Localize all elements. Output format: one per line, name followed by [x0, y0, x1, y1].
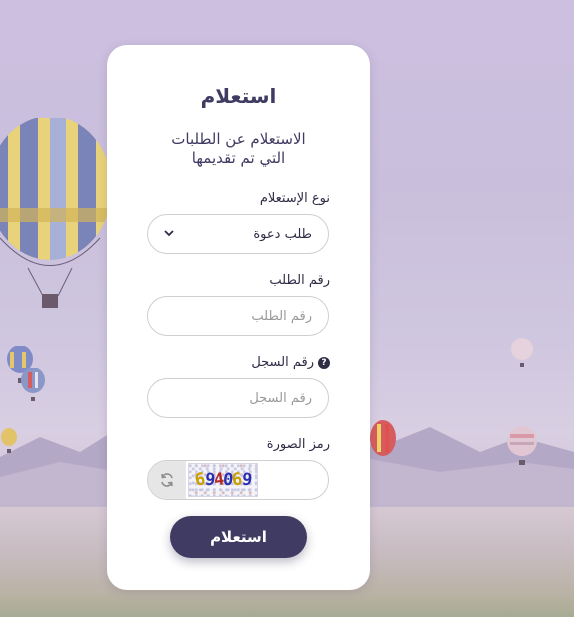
record-number-label-text: رقم السجل: [251, 355, 314, 370]
request-number-input[interactable]: [147, 296, 329, 336]
page-subtitle: الاستعلام عن الطلبات التي تم تقديمها: [107, 130, 370, 168]
hot-air-balloon-small-2: [21, 368, 45, 401]
captcha-image: 694069: [188, 463, 258, 497]
captcha-group: 694069: [147, 460, 329, 500]
record-number-label: ? رقم السجل: [251, 355, 330, 370]
page-title: استعلام: [200, 84, 277, 108]
record-number-input[interactable]: [147, 378, 329, 418]
inquiry-type-selected-value: طلب دعوة: [253, 226, 312, 242]
inquiry-type-label: نوع الإستعلام: [259, 191, 330, 206]
captcha-label: رمز الصورة: [266, 437, 330, 452]
hot-air-balloon-large: [0, 118, 112, 308]
refresh-icon[interactable]: [148, 461, 186, 499]
chevron-down-icon: [164, 229, 174, 240]
captcha-input[interactable]: [260, 461, 328, 499]
subtitle-line-2: التي تم تقديمها: [191, 149, 286, 167]
subtitle-line-1: الاستعلام عن الطلبات: [171, 130, 306, 148]
request-number-label: رقم الطلب: [269, 273, 330, 288]
captcha-char: 9: [240, 469, 252, 491]
hot-air-balloon-right-3: [511, 338, 533, 367]
hot-air-balloon-right-2: [507, 426, 537, 465]
inquiry-type-select[interactable]: طلب دعوة: [147, 214, 329, 254]
question-circle-icon[interactable]: ?: [318, 356, 330, 369]
hot-air-balloon-right-1: [370, 420, 396, 456]
submit-inquiry-button[interactable]: استعلام: [170, 516, 307, 558]
hot-air-balloon-small-3: [1, 428, 17, 453]
